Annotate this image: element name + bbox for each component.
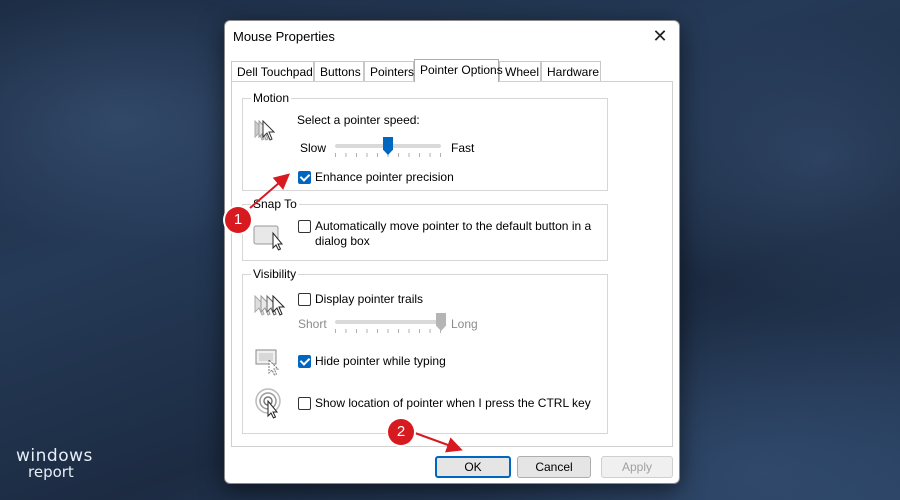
tab-pointer-options[interactable]: Pointer Options — [414, 59, 503, 82]
annotation-arrow-2 — [414, 432, 463, 453]
annotation-marker-1: 1 — [225, 207, 251, 233]
annotation-marker-2: 2 — [388, 419, 414, 445]
annotation-arrow-1 — [249, 173, 291, 209]
